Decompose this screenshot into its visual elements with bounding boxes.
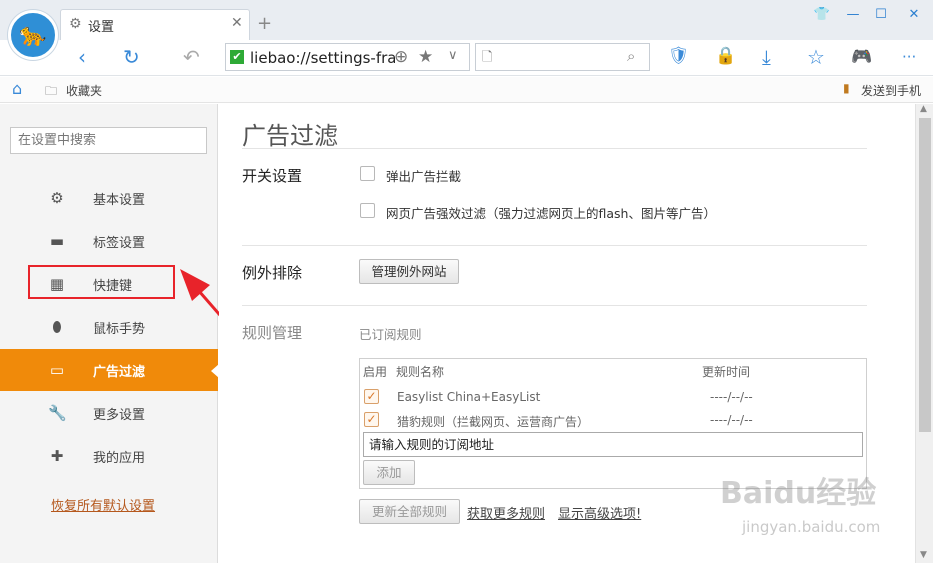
- scroll-down-icon[interactable]: ▼: [920, 550, 927, 560]
- sidebar-item-label: 广告过滤: [93, 365, 146, 380]
- tab-icon: ▬: [49, 232, 65, 250]
- name-column-header: 规则名称: [396, 365, 445, 379]
- sidebar-item-label: 基本设置: [93, 193, 146, 208]
- settings-search-input[interactable]: 在设置中搜索: [10, 127, 207, 154]
- enabled-column-header: 启用: [363, 365, 388, 379]
- shield-icon[interactable]: 🛡: [668, 46, 690, 66]
- tab-title: 设置: [88, 20, 115, 35]
- send-to-phone-link[interactable]: 发送到手机: [861, 82, 921, 99]
- close-tab-icon[interactable]: ✕: [231, 15, 243, 31]
- strong-filter-checkbox[interactable]: [360, 203, 375, 218]
- sidebar-item-label: 标签设置: [93, 236, 146, 251]
- close-window-icon[interactable]: ✕: [900, 4, 928, 26]
- home-icon[interactable]: ⌂: [12, 79, 22, 98]
- folder-icon: 🗀: [45, 84, 58, 98]
- switch-section-label: 开关设置: [242, 167, 303, 185]
- rule-enabled-checkbox[interactable]: ✓: [364, 412, 379, 427]
- secure-icon: ✔: [230, 50, 244, 64]
- watermark-sub: jingyan.baidu.com: [742, 518, 881, 536]
- rule-enabled-checkbox[interactable]: ✓: [364, 389, 379, 404]
- favorite-star-icon[interactable]: ☆: [807, 45, 825, 69]
- popup-block-label: 弹出广告拦截: [386, 169, 462, 184]
- back-icon[interactable]: ‹: [78, 45, 86, 69]
- new-tab-icon[interactable]: +: [257, 13, 272, 34]
- subscribed-rules-label: 已订阅规则: [359, 327, 422, 342]
- scrollbar[interactable]: ▲ ▼: [915, 104, 933, 563]
- star-icon[interactable]: ★: [418, 47, 433, 67]
- scrollbar-thumb[interactable]: [919, 118, 931, 432]
- more-rules-link[interactable]: 获取更多规则: [467, 503, 545, 522]
- exception-section-label: 例外排除: [242, 264, 303, 282]
- search-icon[interactable]: ⌕: [627, 47, 635, 65]
- page-title: 广告过滤: [242, 122, 338, 150]
- search-input[interactable]: 🗋 ⌕: [475, 43, 650, 71]
- scroll-up-icon[interactable]: ▲: [920, 104, 927, 114]
- sidebar-item-tabs[interactable]: ▬ 标签设置: [0, 220, 218, 262]
- highlight-box: [28, 265, 175, 299]
- rule-updated: ----/--/--: [710, 390, 753, 404]
- nav-bar: ‹ ↻ ↶ ✔ liebao://settings-fra ⊕ ★ ∨ 🗋 ⌕ …: [0, 40, 933, 76]
- minimize-icon[interactable]: —: [839, 4, 867, 26]
- lock-icon[interactable]: 🔒: [715, 46, 736, 66]
- undo-icon[interactable]: ↶: [183, 45, 200, 69]
- updated-column-header: 更新时间: [702, 365, 751, 379]
- puzzle-icon: ✚: [50, 447, 64, 465]
- sidebar-item-basic[interactable]: ⚙ 基本设置: [0, 177, 218, 219]
- gear-icon: ⚙: [69, 16, 82, 32]
- page-icon: 🗋: [482, 50, 493, 65]
- title-bar: ⚙ 设置 ✕ + 👕 — ☐ ✕: [0, 0, 933, 40]
- maximize-icon[interactable]: ☐: [867, 4, 895, 26]
- popup-block-checkbox[interactable]: [360, 166, 375, 181]
- rule-url-input[interactable]: 请输入规则的订阅地址: [363, 432, 863, 457]
- gear-icon: ⚙: [50, 189, 64, 207]
- extension-icon[interactable]: ⊕: [394, 47, 408, 67]
- sidebar-item-label: 更多设置: [93, 408, 146, 423]
- bookmark-bar: ⌂ 🗀 收藏夹 ▮ 发送到手机: [0, 77, 933, 103]
- chevron-down-icon[interactable]: ∨: [448, 48, 458, 63]
- window-icon: ▭: [49, 361, 65, 379]
- skin-icon[interactable]: 👕: [808, 4, 836, 26]
- favorites-folder[interactable]: 收藏夹: [66, 82, 102, 99]
- divider: [242, 245, 867, 246]
- rules-section-label: 规则管理: [242, 324, 303, 342]
- rule-name: 猎豹规则（拦截网页、运营商广告）: [397, 415, 590, 429]
- more-icon[interactable]: ···: [902, 48, 916, 66]
- divider: [242, 305, 867, 306]
- refresh-icon[interactable]: ↻: [123, 45, 140, 69]
- address-text[interactable]: liebao://settings-fra: [250, 49, 395, 67]
- wrench-icon: 🔧: [48, 404, 67, 422]
- manage-exceptions-button[interactable]: 管理例外网站: [359, 259, 459, 284]
- sidebar-item-label: 我的应用: [93, 451, 146, 466]
- rule-updated: ----/--/--: [710, 413, 753, 427]
- rule-name: Easylist China+EasyList: [397, 390, 541, 404]
- tab-settings[interactable]: ⚙ 设置 ✕: [60, 9, 250, 40]
- phone-icon: ▮: [843, 81, 850, 95]
- restore-defaults-link[interactable]: 恢复所有默认设置: [51, 495, 155, 514]
- strong-filter-label: 网页广告强效过滤（强力过滤网页上的flash、图片等广告）: [386, 206, 716, 221]
- update-all-rules-button[interactable]: 更新全部规则: [359, 499, 460, 524]
- mouse-icon: ⬮: [52, 318, 62, 336]
- browser-logo-icon[interactable]: 🐆: [8, 10, 58, 60]
- download-icon[interactable]: ⤓: [762, 45, 771, 69]
- watermark: Baidu经验: [720, 476, 877, 511]
- sidebar-item-label: 鼠标手势: [93, 322, 146, 337]
- gamepad-icon[interactable]: 🎮: [851, 47, 872, 67]
- address-bar[interactable]: ✔ liebao://settings-fra ⊕ ★ ∨: [225, 43, 470, 71]
- divider: [242, 148, 867, 149]
- advanced-options-link[interactable]: 显示高级选项!: [558, 503, 641, 522]
- add-rule-button[interactable]: 添加: [363, 460, 415, 485]
- sidebar-item-my-apps[interactable]: ✚ 我的应用: [0, 435, 218, 477]
